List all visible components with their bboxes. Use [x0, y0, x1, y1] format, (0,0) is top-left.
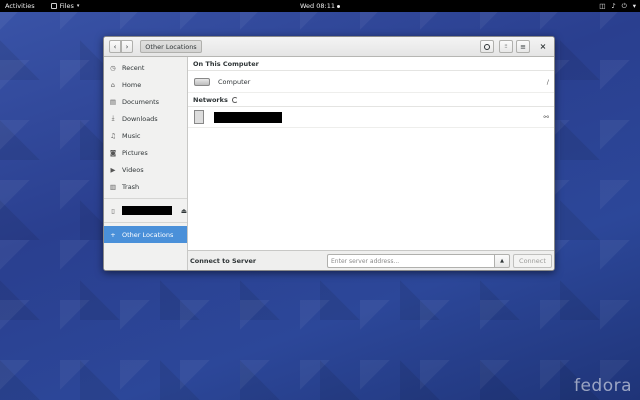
sidebar-item-music[interactable]: ♫ Music [104, 127, 187, 144]
search-icon [484, 43, 490, 50]
clock[interactable]: Wed 08:11 [300, 2, 340, 10]
chevron-down-icon: ▾ [632, 2, 636, 10]
sidebar-item-videos[interactable]: ▶ Videos [104, 161, 187, 178]
music-icon: ♫ [110, 131, 116, 140]
section-header-on-this-computer: On This Computer [188, 57, 554, 71]
fedora-logo: fedora [573, 376, 632, 396]
sidebar-item-recent[interactable]: ◷ Recent [104, 59, 187, 76]
connect-button[interactable]: Connect [513, 254, 552, 268]
section-title: Networks [193, 95, 228, 104]
forward-button[interactable]: › [121, 40, 133, 53]
app-menu-label: Files [59, 2, 74, 10]
eject-icon[interactable]: ⏏ [181, 207, 187, 215]
sidebar-item-label: Trash [122, 182, 140, 191]
location-label: Computer [218, 77, 251, 86]
chevron-up-icon: ▲ [500, 258, 504, 264]
usb-drive-icon: ▯ [111, 206, 115, 215]
video-icon: ▶ [110, 165, 116, 174]
other-locations-view: On This Computer Computer / Networks ⚯ [188, 57, 554, 250]
network-icon: ◫ [599, 2, 606, 10]
camera-icon: ◙ [109, 148, 117, 157]
network-computer-icon [194, 110, 204, 124]
network-share-icon: ⚯ [543, 113, 549, 121]
back-button[interactable]: ‹ [109, 40, 121, 53]
grid-icon: ⁝⁝ [504, 43, 508, 50]
power-icon: ⏻ [621, 1, 627, 10]
sidebar-item-label: Recent [122, 63, 145, 72]
sidebar-item-label: Pictures [122, 148, 148, 157]
menu-button[interactable]: ≡ [516, 40, 530, 53]
sidebar-divider [104, 198, 187, 199]
connect-to-server-bar: Connect to Server ▲ Connect [188, 250, 554, 270]
sidebar-item-home[interactable]: ⌂ Home [104, 76, 187, 93]
home-icon: ⌂ [110, 80, 116, 89]
close-icon: × [539, 42, 547, 51]
files-window: ‹ › Other Locations ⁝⁝ ≡ × ◷ Recent ⌂ Ho… [103, 36, 555, 271]
loading-spinner-icon [231, 96, 238, 103]
header-bar: ‹ › Other Locations ⁝⁝ ≡ × [104, 37, 554, 57]
location-button[interactable]: Other Locations [140, 40, 202, 53]
sidebar: ◷ Recent ⌂ Home ▤ Documents ⤓ Downloads … [104, 57, 188, 270]
search-button[interactable] [480, 40, 494, 53]
trash-icon: ▥ [109, 182, 117, 191]
notification-dot-icon [336, 4, 340, 8]
activities-button[interactable]: Activities [5, 2, 35, 10]
server-address-input[interactable] [327, 254, 496, 268]
top-bar: Activities Files ▾ Wed 08:11 ◫ ♪ ⏻ ▾ [0, 0, 640, 12]
chevron-down-icon: ▾ [76, 3, 80, 9]
location-row-computer[interactable]: Computer / [188, 71, 554, 93]
download-icon: ⤓ [111, 114, 115, 122]
sidebar-item-label: Documents [122, 97, 160, 106]
app-menu[interactable]: Files ▾ [50, 2, 80, 10]
view-options-button[interactable]: ⁝⁝ [499, 40, 513, 53]
plus-icon: + [110, 230, 116, 239]
sidebar-item-trash[interactable]: ▥ Trash [104, 178, 187, 195]
clock-area: Wed 08:11 [0, 2, 640, 10]
clock-text: Wed 08:11 [300, 2, 335, 10]
volume-icon: ♪ [611, 2, 616, 10]
sidebar-item-other-locations[interactable]: + Other Locations [104, 226, 187, 243]
sidebar-item-downloads[interactable]: ⤓ Downloads [104, 110, 187, 127]
sidebar-item-label: Other Locations [122, 230, 174, 239]
hard-drive-icon [194, 77, 210, 86]
files-app-icon [50, 3, 57, 9]
sidebar-item-pictures[interactable]: ◙ Pictures [104, 144, 187, 161]
hamburger-icon: ≡ [520, 42, 526, 51]
clock-icon: ◷ [110, 63, 116, 72]
section-header-networks: Networks [188, 93, 554, 107]
close-button[interactable]: × [536, 40, 550, 53]
sidebar-item-label: Downloads [122, 114, 158, 123]
sidebar-item-documents[interactable]: ▤ Documents [104, 93, 187, 110]
sidebar-item-label: Music [122, 131, 141, 140]
recent-servers-dropdown[interactable]: ▲ [494, 254, 510, 268]
redacted-device-name [121, 206, 172, 215]
system-status-area[interactable]: ◫ ♪ ⏻ ▾ [599, 0, 636, 12]
redacted-network-name [214, 111, 282, 123]
location-path: / [546, 77, 549, 86]
connect-to-server-label: Connect to Server [190, 257, 257, 265]
sidebar-divider [104, 222, 187, 223]
document-icon: ▤ [109, 97, 117, 106]
location-row-network[interactable]: ⚯ [188, 107, 554, 128]
sidebar-item-label: Videos [122, 165, 144, 174]
sidebar-item-label: Home [122, 80, 142, 89]
sidebar-item-device[interactable]: ▯ ⏏ [104, 202, 187, 219]
